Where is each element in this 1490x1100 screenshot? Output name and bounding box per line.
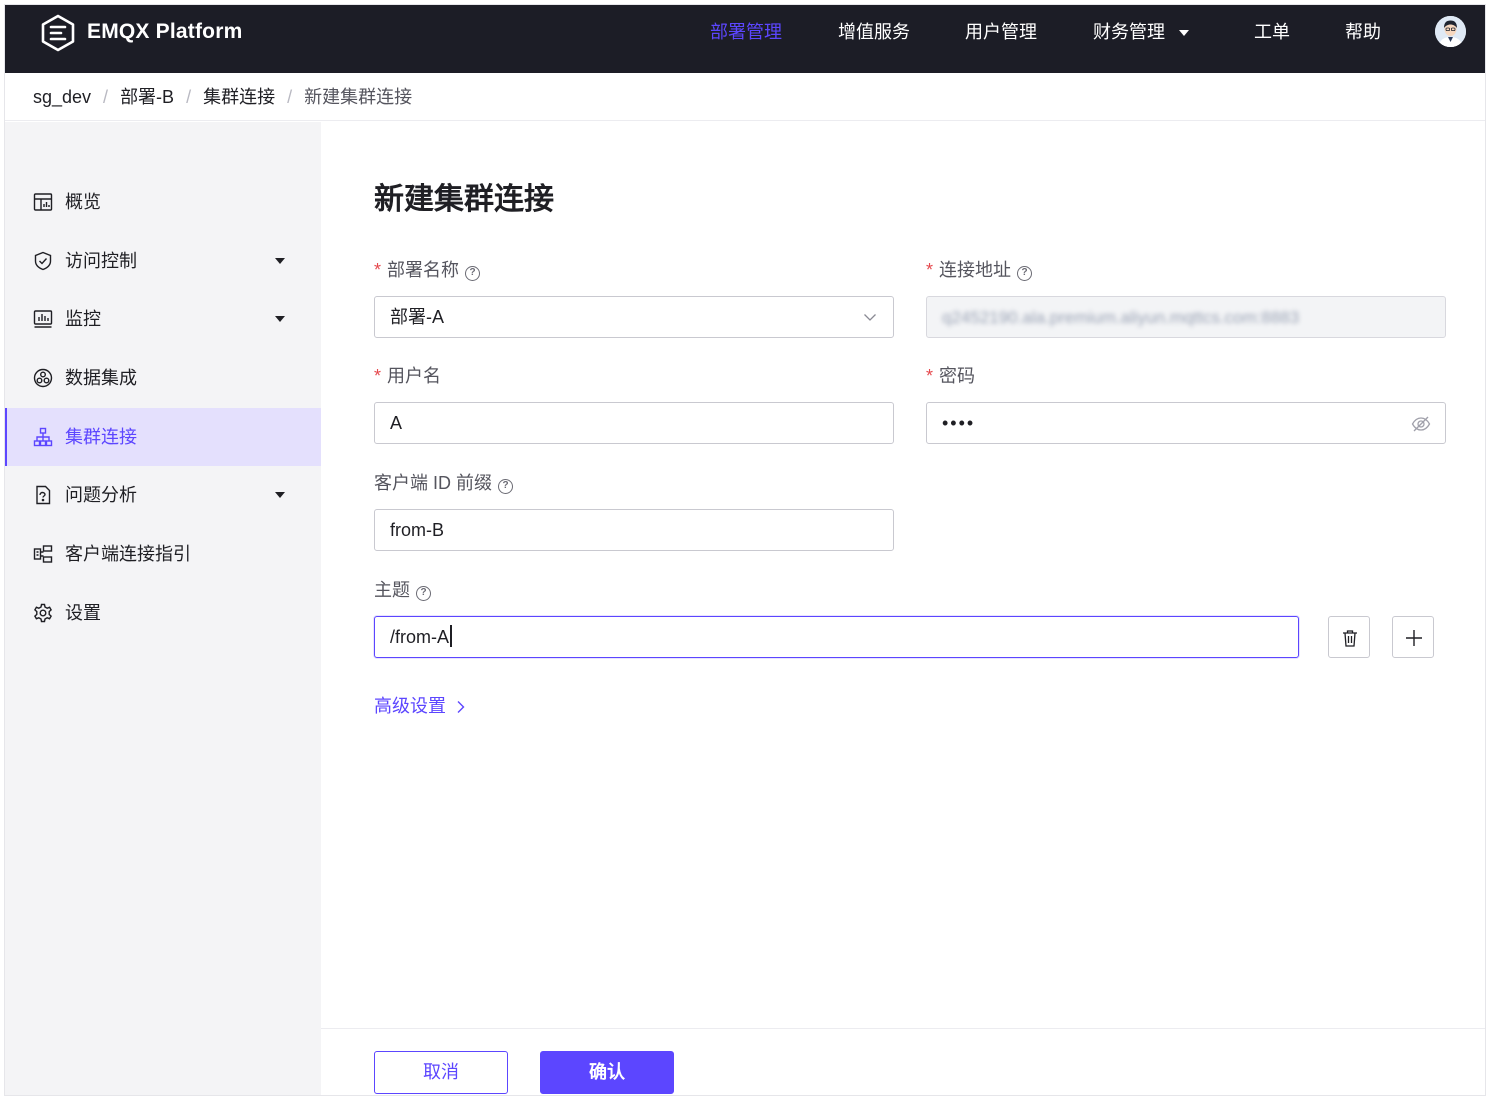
deployment-name-value: 部署-A: [390, 307, 444, 327]
gear-icon: [34, 603, 52, 623]
data-integration-icon: [33, 368, 53, 388]
avatar[interactable]: [1435, 16, 1466, 47]
breadcrumb-bar: sg_dev / 部署-B / 集群连接 / 新建集群连接: [5, 73, 1485, 121]
nav-item-value-added[interactable]: 增值服务: [838, 19, 910, 45]
sidebar-item-label: 访问控制: [65, 251, 137, 271]
address-input[interactable]: q2452190.ala.premium.aliyun.mqttcs.com:8…: [926, 296, 1446, 338]
sidebar-item-access-control[interactable]: 访问控制: [5, 232, 321, 290]
eye-off-icon[interactable]: [1411, 415, 1431, 433]
client-guide-icon: [33, 545, 53, 563]
brand-name: EMQX Platform: [87, 20, 243, 43]
client-id-prefix-value: from-B: [390, 520, 444, 540]
form-footer: 取消 确认: [321, 1028, 1485, 1095]
sidebar-item-label: 数据集成: [65, 368, 137, 388]
sidebar: 概览 访问控制 监控 数据集成 集群连接 问题分析 客户端连接指引 设置: [5, 122, 321, 1095]
caret-down-icon: [275, 258, 285, 264]
plus-icon: [1406, 630, 1422, 646]
sidebar-item-client-guide[interactable]: 客户端连接指引: [5, 525, 321, 583]
required-mark: *: [374, 260, 382, 280]
add-topic-button[interactable]: [1392, 616, 1434, 658]
topic-label: 主题?: [374, 578, 431, 602]
advanced-settings-label: 高级设置: [374, 696, 446, 716]
cancel-button[interactable]: 取消: [374, 1051, 508, 1094]
help-icon[interactable]: ?: [498, 479, 514, 494]
avatar-image-icon: [1435, 16, 1466, 47]
client-id-prefix-label: 客户端 ID 前缀?: [374, 471, 514, 495]
sidebar-item-overview[interactable]: 概览: [5, 173, 321, 231]
help-icon[interactable]: ?: [1017, 266, 1033, 281]
sidebar-item-label: 客户端连接指引: [65, 544, 191, 564]
password-label: * 密码: [926, 364, 975, 388]
password-value: ••••: [942, 413, 976, 433]
sidebar-item-cluster-linking[interactable]: 集群连接: [5, 408, 321, 466]
breadcrumb-separator: /: [287, 87, 293, 107]
address-label-text: 连接地址: [939, 260, 1012, 280]
chevron-right-icon: [457, 701, 465, 713]
breadcrumb: sg_dev / 部署-B / 集群连接 / 新建集群连接: [33, 85, 412, 109]
nav-item-finance-label: 财务管理: [1093, 22, 1165, 42]
nav-item-tickets[interactable]: 工单: [1254, 19, 1290, 45]
nav-item-help[interactable]: 帮助: [1345, 19, 1381, 45]
breadcrumb-separator: /: [186, 87, 192, 107]
username-label-text: 用户名: [387, 366, 442, 386]
topic-input[interactable]: /from-A: [374, 616, 1299, 658]
nav-item-deployments[interactable]: 部署管理: [710, 19, 782, 45]
sidebar-item-data-integration[interactable]: 数据集成: [5, 349, 321, 407]
delete-topic-button[interactable]: [1328, 616, 1370, 658]
deployment-name-label-text: 部署名称: [387, 260, 460, 280]
sidebar-item-label: 问题分析: [65, 485, 137, 505]
confirm-button[interactable]: 确认: [540, 1051, 674, 1094]
sidebar-item-label: 集群连接: [65, 427, 137, 447]
password-label-text: 密码: [939, 366, 976, 386]
top-nav: EMQX Platform 部署管理 增值服务 用户管理 财务管理 工单 帮助: [5, 5, 1485, 73]
sidebar-item-monitoring[interactable]: 监控: [5, 290, 321, 348]
caret-down-icon: [275, 316, 285, 322]
sidebar-item-label: 设置: [65, 603, 101, 623]
help-icon[interactable]: ?: [416, 586, 431, 601]
client-id-prefix-input[interactable]: from-B: [374, 509, 894, 551]
app-window: EMQX Platform 部署管理 增值服务 用户管理 财务管理 工单 帮助 …: [4, 4, 1486, 1096]
address-label: * 连接地址?: [926, 258, 1033, 282]
shield-icon: [34, 251, 52, 271]
sidebar-item-label: 监控: [65, 309, 101, 329]
advanced-settings-link[interactable]: 高级设置: [374, 694, 466, 718]
breadcrumb-deployment[interactable]: 部署-B: [120, 87, 174, 107]
required-mark: *: [926, 366, 934, 386]
cluster-icon: [33, 427, 53, 447]
required-mark: *: [374, 366, 382, 386]
nav-item-users[interactable]: 用户管理: [965, 19, 1037, 45]
sidebar-item-diagnose[interactable]: 问题分析: [5, 466, 321, 524]
deployment-name-label: * 部署名称?: [374, 258, 481, 282]
topic-value: /from-A: [390, 627, 450, 647]
username-label: * 用户名: [374, 364, 441, 388]
chevron-down-icon: [864, 314, 876, 321]
topic-label-text: 主题: [374, 580, 410, 600]
main-content: 新建集群连接 * 部署名称? 部署-A * 连接地址? q2452190.ala.p…: [321, 122, 1485, 1095]
diagnose-icon: [36, 485, 51, 505]
text-cursor: [450, 625, 452, 647]
nav-item-finance[interactable]: 财务管理: [1093, 19, 1189, 45]
caret-down-icon: [275, 492, 285, 498]
monitor-icon: [33, 310, 53, 328]
caret-down-icon: [1179, 30, 1189, 37]
deployment-name-select[interactable]: 部署-A: [374, 296, 894, 338]
breadcrumb-current: 新建集群连接: [304, 87, 413, 107]
required-mark: *: [926, 260, 934, 280]
help-icon[interactable]: ?: [465, 266, 481, 281]
breadcrumb-cluster-linking[interactable]: 集群连接: [203, 87, 275, 107]
emqx-logo-icon[interactable]: [38, 13, 78, 53]
sidebar-item-settings[interactable]: 设置: [5, 584, 321, 642]
address-value: q2452190.ala.premium.aliyun.mqttcs.com:8…: [942, 308, 1300, 327]
client-id-prefix-label-text: 客户端 ID 前缀: [374, 473, 493, 493]
username-value: A: [390, 413, 403, 433]
breadcrumb-separator: /: [103, 87, 109, 107]
password-input[interactable]: ••••: [926, 402, 1446, 444]
page-title: 新建集群连接: [374, 183, 554, 216]
sidebar-item-label: 概览: [65, 192, 101, 212]
trash-icon: [1343, 630, 1357, 647]
breadcrumb-project[interactable]: sg_dev: [33, 87, 91, 107]
dashboard-icon: [33, 193, 53, 211]
username-input[interactable]: A: [374, 402, 894, 444]
